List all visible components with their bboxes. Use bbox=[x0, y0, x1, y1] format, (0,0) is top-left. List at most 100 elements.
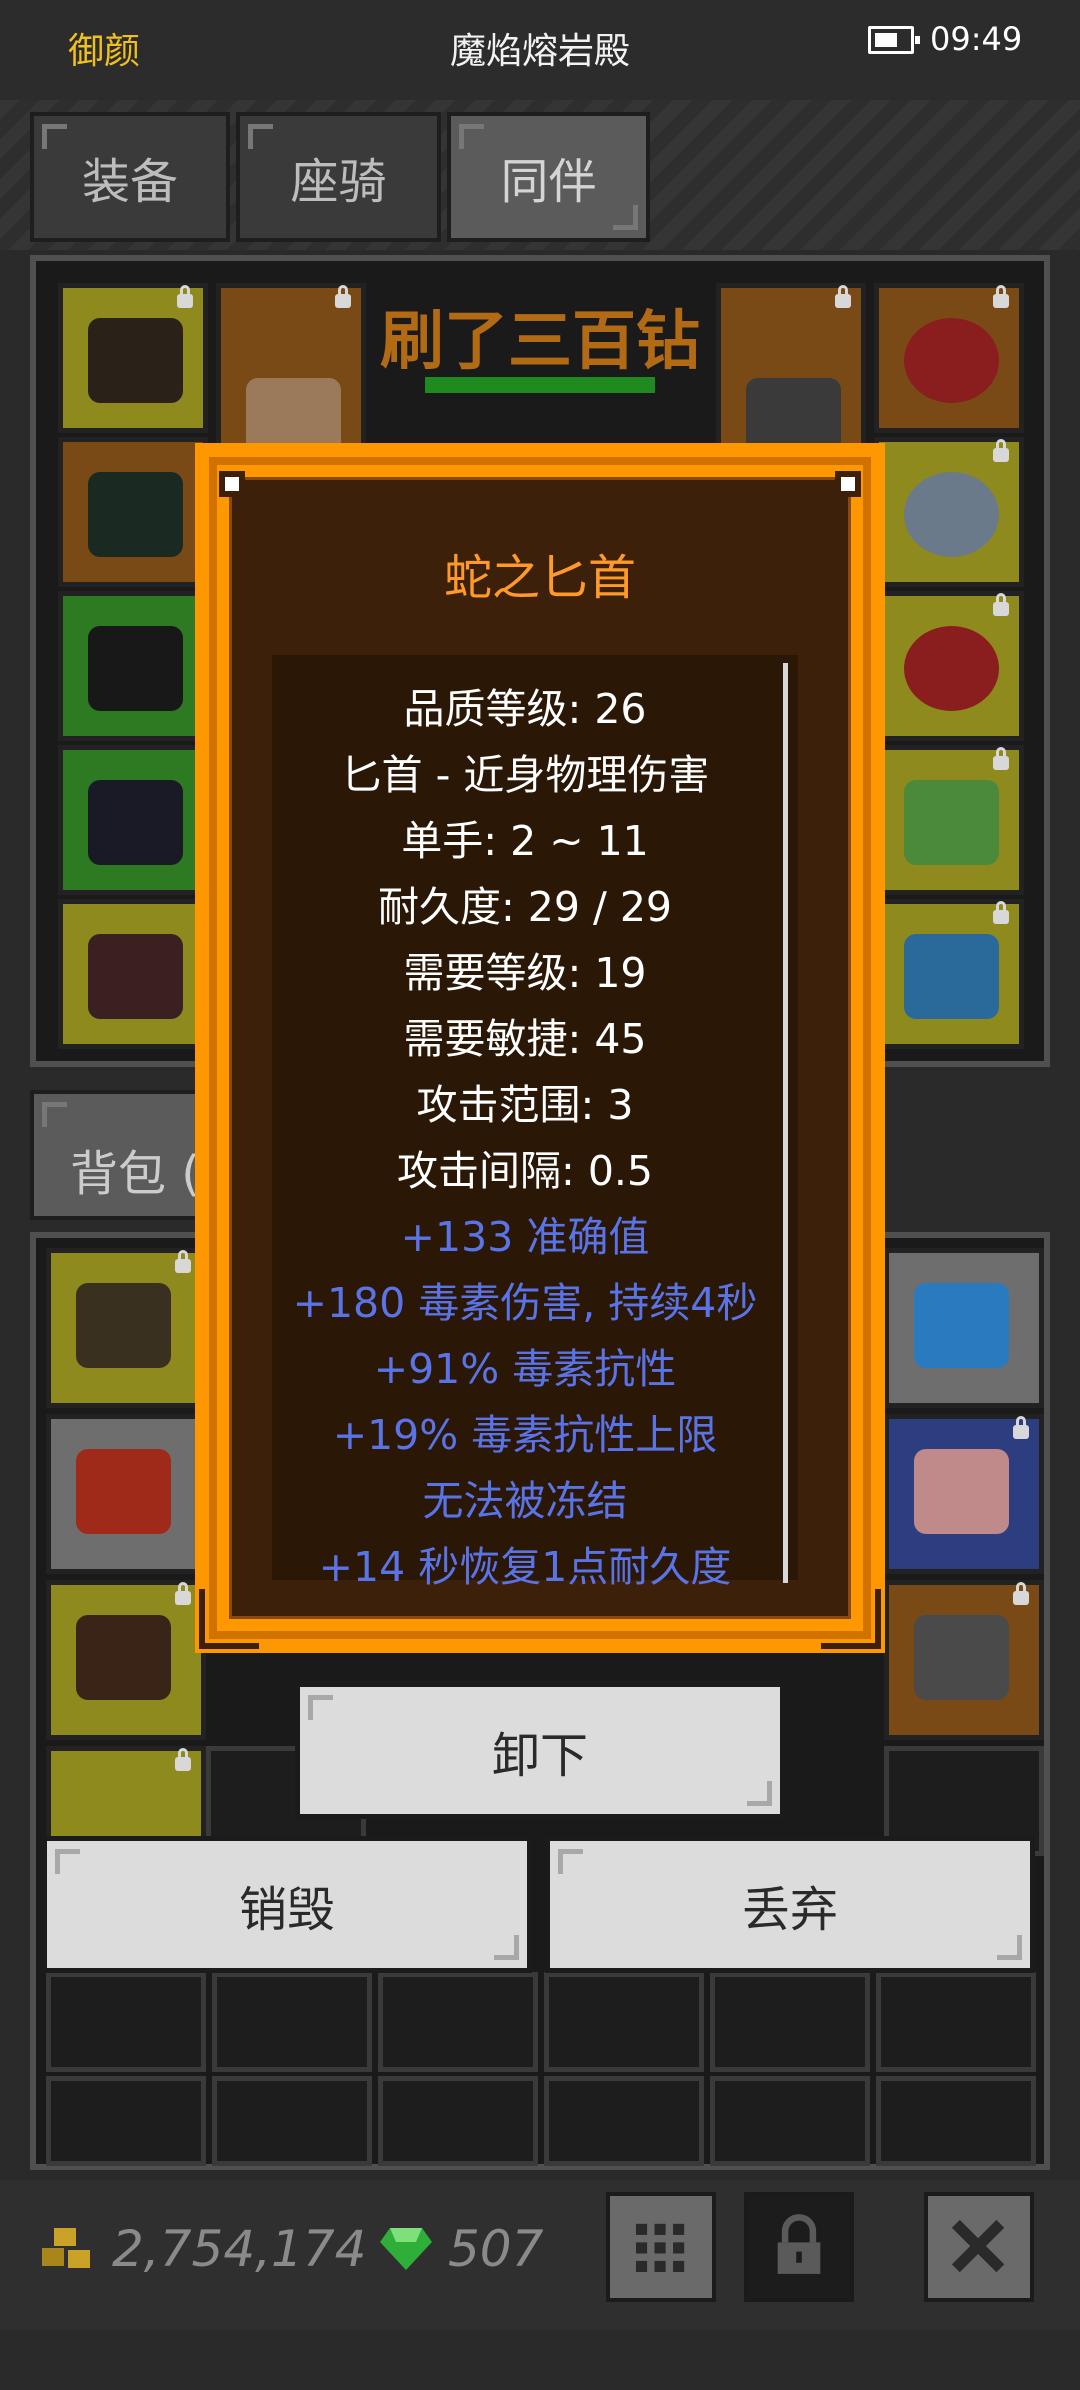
equip-slot-amulet[interactable] bbox=[874, 283, 1024, 433]
bag-slot[interactable] bbox=[212, 1972, 372, 2072]
gloves-icon bbox=[88, 626, 183, 711]
bag-slot[interactable] bbox=[46, 1580, 206, 1740]
bag-slot[interactable] bbox=[884, 1248, 1044, 1408]
lock-button[interactable] bbox=[744, 2192, 854, 2302]
boss-health-bar bbox=[425, 377, 655, 393]
equip-slot-ring-2[interactable] bbox=[874, 591, 1024, 741]
bag-slot[interactable] bbox=[544, 1972, 704, 2072]
boots-icon bbox=[76, 1615, 171, 1700]
unequip-button[interactable]: 卸下 bbox=[295, 1682, 785, 1819]
lock-icon bbox=[175, 1582, 191, 1605]
bag-slot[interactable] bbox=[710, 1972, 870, 2072]
battery-icon bbox=[868, 26, 920, 54]
affix-line: 无法被冻结 bbox=[422, 1477, 628, 1525]
gem-icon bbox=[914, 1449, 1009, 1534]
stat-line: 攻击间隔: 0.5 bbox=[396, 1147, 654, 1195]
tab-bag[interactable]: 背包 ( bbox=[30, 1090, 210, 1220]
scrollbar[interactable] bbox=[783, 663, 788, 1583]
bag-slot[interactable] bbox=[378, 2076, 538, 2166]
frame-corner bbox=[199, 1589, 259, 1649]
tab-equipment-label: 装备 bbox=[81, 154, 178, 210]
close-button[interactable] bbox=[924, 2192, 1034, 2302]
lock-icon bbox=[777, 2214, 821, 2274]
ring-icon bbox=[904, 626, 999, 711]
spear-icon bbox=[914, 1615, 1009, 1700]
item-title: 蛇之匕首 bbox=[443, 550, 636, 606]
equip-slot-belt[interactable] bbox=[58, 899, 208, 1049]
affix-line: +180 毒素伤害, 持续4秒 bbox=[292, 1279, 758, 1327]
affix-line: +91% 毒素抗性 bbox=[373, 1345, 677, 1393]
frame-stud-icon bbox=[835, 471, 861, 497]
bag-slot[interactable] bbox=[212, 2076, 372, 2166]
clock: 09:49 bbox=[930, 20, 1023, 58]
equip-slot-gloves[interactable] bbox=[58, 591, 208, 741]
lock-icon bbox=[1013, 1416, 1029, 1439]
frame-corner bbox=[821, 1589, 881, 1649]
bag-slot[interactable] bbox=[876, 2076, 1036, 2166]
equip-slot-helmet[interactable] bbox=[58, 283, 208, 433]
belt-icon bbox=[88, 934, 183, 1019]
lock-icon bbox=[993, 747, 1009, 770]
bag-slot[interactable] bbox=[46, 1414, 206, 1574]
boots-icon bbox=[88, 780, 183, 865]
stat-line: 品质等级: 26 bbox=[403, 685, 647, 733]
ring-icon bbox=[904, 472, 999, 557]
bag-slot[interactable] bbox=[710, 2076, 870, 2166]
frame-stud-icon bbox=[219, 471, 245, 497]
tab-mount[interactable]: 座骑 bbox=[236, 112, 441, 242]
discard-button[interactable]: 丢弃 bbox=[545, 1836, 1035, 1973]
lock-icon bbox=[1013, 1582, 1029, 1605]
bag-slot[interactable] bbox=[46, 1248, 206, 1408]
item-tooltip: 蛇之匕首 品质等级: 26 匕首 - 近身物理伤害 单手: 2 ~ 11 耐久度… bbox=[195, 443, 885, 1653]
boss-name: 刷了三百钻 bbox=[380, 305, 700, 379]
gold-coins-icon bbox=[42, 2228, 90, 2268]
bag-slot[interactable] bbox=[876, 1972, 1036, 2072]
book-icon bbox=[904, 780, 999, 865]
equip-slot-armor[interactable] bbox=[58, 437, 208, 587]
tab-bag-label: 背包 ( bbox=[70, 1146, 200, 1202]
equip-slot-boots[interactable] bbox=[58, 745, 208, 895]
green-gem-icon bbox=[380, 2228, 432, 2270]
lock-icon bbox=[835, 285, 851, 308]
unequip-label: 卸下 bbox=[491, 1727, 588, 1784]
amulet-icon bbox=[904, 318, 999, 403]
feather-icon bbox=[914, 1283, 1009, 1368]
discard-label: 丢弃 bbox=[741, 1881, 838, 1938]
stat-line: 匕首 - 近身物理伤害 bbox=[340, 751, 710, 799]
bag-slot[interactable] bbox=[46, 1972, 206, 2072]
bag-slot[interactable] bbox=[884, 1414, 1044, 1574]
feather-icon bbox=[76, 1449, 171, 1534]
bag-slot[interactable] bbox=[884, 1580, 1044, 1740]
tab-companion-label: 同伴 bbox=[500, 154, 597, 210]
lock-icon bbox=[993, 285, 1009, 308]
equip-slot-ring-1[interactable] bbox=[874, 437, 1024, 587]
lock-icon bbox=[993, 439, 1009, 462]
cloak-icon bbox=[904, 934, 999, 1019]
equip-slot-book[interactable] bbox=[874, 745, 1024, 895]
armor-icon bbox=[88, 472, 183, 557]
equip-slot-cloak[interactable] bbox=[874, 899, 1024, 1049]
stat-line: 需要敏捷: 45 bbox=[403, 1015, 647, 1063]
lock-icon bbox=[335, 285, 351, 308]
lock-icon bbox=[177, 285, 193, 308]
item-stats: 品质等级: 26 匕首 - 近身物理伤害 单手: 2 ~ 11 耐久度: 29 … bbox=[272, 655, 798, 1591]
lock-icon bbox=[175, 1250, 191, 1273]
gold-amount: 2,754,174 bbox=[112, 2220, 367, 2278]
tooltip-body: 蛇之匕首 品质等级: 26 匕首 - 近身物理伤害 单手: 2 ~ 11 耐久度… bbox=[229, 477, 851, 1619]
tab-companion[interactable]: 同伴 bbox=[447, 112, 650, 242]
affix-line: +19% 毒素抗性上限 bbox=[332, 1411, 718, 1459]
bag-slot[interactable] bbox=[46, 2076, 206, 2166]
stat-line: 需要等级: 19 bbox=[403, 949, 647, 997]
bag-slot[interactable] bbox=[378, 1972, 538, 2072]
destroy-label: 销毁 bbox=[238, 1881, 335, 1938]
belt-icon bbox=[76, 1283, 171, 1368]
affix-line: +14 秒恢复1点耐久度 bbox=[318, 1543, 732, 1591]
tab-equipment[interactable]: 装备 bbox=[30, 112, 230, 242]
close-icon bbox=[951, 2219, 1005, 2273]
location-title: 魔焰熔岩殿 bbox=[449, 31, 630, 72]
lock-icon bbox=[993, 593, 1009, 616]
tab-mount-label: 座骑 bbox=[290, 154, 387, 210]
grid-button[interactable] bbox=[606, 2192, 716, 2302]
destroy-button[interactable]: 销毁 bbox=[42, 1836, 532, 1973]
bag-slot[interactable] bbox=[544, 2076, 704, 2166]
